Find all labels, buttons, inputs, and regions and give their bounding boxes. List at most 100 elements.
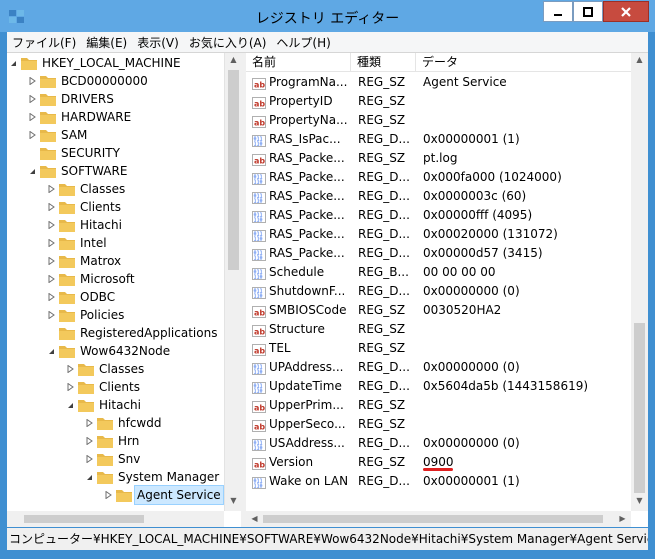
- tree-item[interactable]: Clients: [66, 378, 142, 396]
- expanded-arrow-icon[interactable]: [47, 342, 56, 360]
- string-value-icon: ab: [252, 419, 266, 432]
- tree-item[interactable]: Hrn: [85, 432, 141, 450]
- tree-item[interactable]: Hitachi: [66, 396, 143, 414]
- menu-favorites[interactable]: お気に入り(A): [184, 34, 272, 51]
- title-bar[interactable]: レジストリ エディター: [0, 0, 655, 32]
- collapsed-arrow-icon[interactable]: [47, 288, 56, 306]
- list-hscroll-thumb[interactable]: [263, 515, 603, 523]
- tree-item[interactable]: HARDWARE: [28, 108, 133, 126]
- tree-item[interactable]: Wow6432Node: [47, 342, 172, 360]
- value-row[interactable]: ab PropertyNa... REG_SZ: [246, 111, 631, 130]
- list-scroll-right-arrow-icon[interactable]: ▶: [614, 514, 631, 523]
- column-header-type[interactable]: 種類: [351, 53, 416, 71]
- tree-scroll-thumb[interactable]: [228, 70, 239, 270]
- value-row[interactable]: 011 110 ShutdownF... REG_D... 0x00000000 (0): [246, 282, 631, 301]
- expanded-arrow-icon[interactable]: [66, 396, 75, 414]
- collapsed-arrow-icon[interactable]: [85, 414, 94, 432]
- value-name: ab UpperPrim...: [252, 396, 352, 415]
- list-scroll-up-arrow-icon[interactable]: ▲: [631, 55, 648, 64]
- collapsed-arrow-icon[interactable]: [66, 360, 75, 378]
- tree-item[interactable]: hfcwdd: [85, 414, 163, 432]
- value-row[interactable]: ab TEL REG_SZ: [246, 339, 631, 358]
- collapsed-arrow-icon[interactable]: [47, 270, 56, 288]
- collapsed-arrow-icon[interactable]: [47, 306, 56, 324]
- tree-item[interactable]: RegisteredApplications: [47, 324, 219, 342]
- list-scroll-thumb[interactable]: [634, 323, 645, 493]
- tree-item[interactable]: ODBC: [47, 288, 117, 306]
- collapsed-arrow-icon[interactable]: [47, 180, 56, 198]
- tree-item[interactable]: Microsoft: [47, 270, 137, 288]
- tree-item[interactable]: DRIVERS: [28, 90, 116, 108]
- column-header-data[interactable]: データ: [416, 53, 631, 71]
- tree-item[interactable]: Classes: [47, 180, 127, 198]
- expanded-arrow-icon[interactable]: [9, 54, 18, 72]
- tree-item[interactable]: Clients: [47, 198, 123, 216]
- value-row[interactable]: 011 110 Wake on LAN REG_D... 0x00000001 (1): [246, 472, 631, 491]
- tree-item[interactable]: Snv: [85, 450, 142, 468]
- key-tree[interactable]: HKEY_LOCAL_MACHINE BCD00000000 DRIVERS HARD…: [7, 53, 224, 511]
- collapsed-arrow-icon[interactable]: [47, 234, 56, 252]
- menu-help[interactable]: ヘルプ(H): [271, 34, 335, 51]
- tree-item[interactable]: SECURITY: [28, 144, 122, 162]
- tree-hscroll-thumb[interactable]: [24, 515, 144, 523]
- collapsed-arrow-icon[interactable]: [85, 432, 94, 450]
- tree-item[interactable]: BCD00000000: [28, 72, 150, 90]
- value-row[interactable]: 011 110 RAS_Packe... REG_D... 0x000fa000 (10…: [246, 168, 631, 187]
- value-list[interactable]: 名前 種類 データ ab ProgramNa... REG_SZ Agent Serv…: [246, 53, 631, 511]
- tree-item[interactable]: Policies: [47, 306, 126, 324]
- value-row[interactable]: ab PropertyID REG_SZ: [246, 92, 631, 111]
- scroll-down-arrow-icon[interactable]: ▼: [225, 496, 242, 505]
- tree-item[interactable]: SAM: [28, 126, 89, 144]
- value-row[interactable]: ab RAS_Packe... REG_SZ pt.log: [246, 149, 631, 168]
- close-button[interactable]: [603, 1, 649, 22]
- tree-item[interactable]: System Manager: [85, 468, 221, 486]
- column-header-name[interactable]: 名前: [246, 53, 351, 71]
- value-name: 011 110 ShutdownF...: [252, 282, 352, 301]
- expanded-arrow-icon[interactable]: [28, 162, 37, 180]
- value-row[interactable]: 011 110 RAS_Packe... REG_D... 0x00000fff (40…: [246, 206, 631, 225]
- collapsed-arrow-icon[interactable]: [47, 252, 56, 270]
- minimize-button[interactable]: [543, 1, 573, 22]
- collapsed-arrow-icon[interactable]: [28, 108, 37, 126]
- value-row[interactable]: ab Structure REG_SZ: [246, 320, 631, 339]
- collapsed-arrow-icon[interactable]: [28, 126, 37, 144]
- collapsed-arrow-icon[interactable]: [66, 378, 75, 396]
- value-row[interactable]: 011 110 UPAddress... REG_D... 0x00000000 (0): [246, 358, 631, 377]
- maximize-button[interactable]: [573, 1, 603, 22]
- collapsed-arrow-icon[interactable]: [28, 90, 37, 108]
- tree-item[interactable]: HKEY_LOCAL_MACHINE: [9, 54, 183, 72]
- tree-item[interactable]: Classes: [66, 360, 146, 378]
- tree-item[interactable]: Agent Service: [104, 485, 224, 505]
- tree-item[interactable]: Hitachi: [47, 216, 124, 234]
- value-row[interactable]: ab UpperSeco... REG_SZ: [246, 415, 631, 434]
- scroll-up-arrow-icon[interactable]: ▲: [225, 55, 242, 64]
- tree-horizontal-scrollbar[interactable]: [7, 511, 224, 527]
- value-row[interactable]: 011 110 RAS_Packe... REG_D... 0x00000d57 (34…: [246, 244, 631, 263]
- collapsed-arrow-icon[interactable]: [47, 216, 56, 234]
- value-row[interactable]: 011 110 RAS_Packe... REG_D... 0x0000003c (60…: [246, 187, 631, 206]
- tree-item[interactable]: SOFTWARE: [28, 162, 129, 180]
- value-row[interactable]: 011 110 UpdateTime REG_D... 0x5604da5b (1443…: [246, 377, 631, 396]
- menu-edit[interactable]: 編集(E): [81, 34, 132, 51]
- value-row[interactable]: 011 110 USAddress... REG_D... 0x00000000 (0): [246, 434, 631, 453]
- value-row[interactable]: ab SMBIOSCode REG_SZ 0030520HA2: [246, 301, 631, 320]
- menu-file[interactable]: ファイル(F): [7, 34, 81, 51]
- collapsed-arrow-icon[interactable]: [85, 450, 94, 468]
- value-row[interactable]: ab UpperPrim... REG_SZ: [246, 396, 631, 415]
- list-scroll-down-arrow-icon[interactable]: ▼: [631, 496, 648, 505]
- tree-item[interactable]: Intel: [47, 234, 109, 252]
- expanded-arrow-icon[interactable]: [85, 468, 94, 486]
- tree-item[interactable]: Matrox: [47, 252, 123, 270]
- tree-vertical-scrollbar[interactable]: ▲ ▼: [224, 53, 242, 511]
- menu-view[interactable]: 表示(V): [132, 34, 184, 51]
- value-row[interactable]: 011 110 RAS_Packe... REG_D... 0x00020000 (13…: [246, 225, 631, 244]
- collapsed-arrow-icon[interactable]: [104, 486, 113, 504]
- value-row[interactable]: ab ProgramNa... REG_SZ Agent Service: [246, 73, 631, 92]
- value-row[interactable]: 011 110 Schedule REG_B... 00 00 00 00: [246, 263, 631, 282]
- collapsed-arrow-icon[interactable]: [47, 198, 56, 216]
- list-horizontal-scrollbar[interactable]: ◀ ▶: [246, 511, 631, 527]
- collapsed-arrow-icon[interactable]: [28, 72, 37, 90]
- list-scroll-left-arrow-icon[interactable]: ◀: [246, 514, 263, 523]
- value-row[interactable]: 011 110 RAS_IsPac... REG_D... 0x00000001 (1): [246, 130, 631, 149]
- list-vertical-scrollbar[interactable]: ▲ ▼: [631, 53, 648, 511]
